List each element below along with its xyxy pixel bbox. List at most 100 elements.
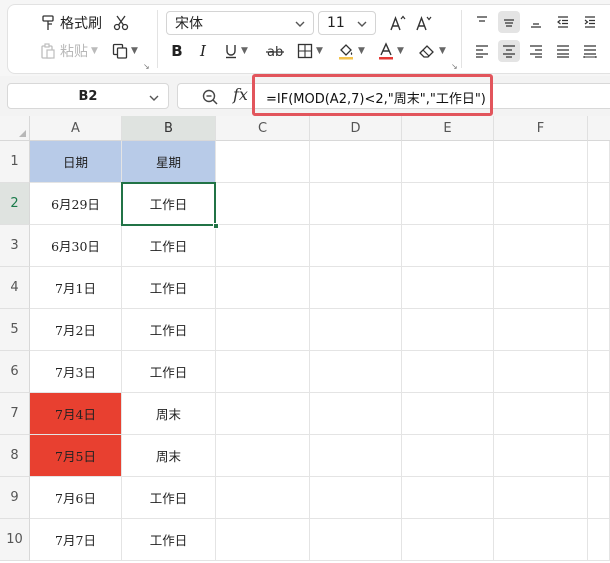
cell-g2[interactable] bbox=[588, 183, 610, 225]
cell-e7[interactable] bbox=[402, 393, 494, 435]
cell-g3[interactable] bbox=[588, 225, 610, 267]
format-painter-button[interactable]: 格式刷 bbox=[40, 12, 102, 34]
insert-function-button[interactable]: fx bbox=[233, 85, 248, 104]
cell-e6[interactable] bbox=[402, 351, 494, 393]
italic-button[interactable]: I bbox=[192, 40, 214, 62]
cell-e3[interactable] bbox=[402, 225, 494, 267]
cell-c6[interactable] bbox=[216, 351, 310, 393]
fill-color-button[interactable]: ▼ bbox=[337, 40, 365, 62]
justify-button[interactable] bbox=[552, 40, 574, 62]
row-header-9[interactable]: 9 bbox=[0, 477, 30, 519]
paste-button[interactable]: 粘贴 ▼ bbox=[40, 40, 98, 62]
cell-g10[interactable] bbox=[588, 519, 610, 561]
cell-f5[interactable] bbox=[494, 309, 588, 351]
cell-c3[interactable] bbox=[216, 225, 310, 267]
clear-button[interactable]: ▼ bbox=[418, 40, 446, 62]
cell-e4[interactable] bbox=[402, 267, 494, 309]
font-color-button[interactable]: ▼ bbox=[378, 40, 404, 62]
cell-d6[interactable] bbox=[310, 351, 402, 393]
cut-button[interactable] bbox=[110, 12, 132, 34]
strikethrough-button[interactable]: ab bbox=[264, 40, 286, 62]
cell-g4[interactable] bbox=[588, 267, 610, 309]
cell-e9[interactable] bbox=[402, 477, 494, 519]
cell-b10[interactable]: 工作日 bbox=[122, 519, 216, 561]
cell-b2[interactable]: 工作日 bbox=[122, 183, 216, 225]
align-middle-button[interactable] bbox=[498, 11, 520, 33]
cell-g1[interactable] bbox=[588, 141, 610, 183]
cell-a9[interactable]: 7月6日 bbox=[30, 477, 122, 519]
cell-e1[interactable] bbox=[402, 141, 494, 183]
cell-f2[interactable] bbox=[494, 183, 588, 225]
cell-f10[interactable] bbox=[494, 519, 588, 561]
row-header-3[interactable]: 3 bbox=[0, 225, 30, 267]
row-header-4[interactable]: 4 bbox=[0, 267, 30, 309]
distributed-align-button[interactable] bbox=[579, 40, 601, 62]
cell-e2[interactable] bbox=[402, 183, 494, 225]
cell-b1[interactable]: 星期 bbox=[122, 141, 216, 183]
cell-b9[interactable]: 工作日 bbox=[122, 477, 216, 519]
cell-g8[interactable] bbox=[588, 435, 610, 477]
cell-f6[interactable] bbox=[494, 351, 588, 393]
align-top-button[interactable] bbox=[471, 11, 493, 33]
name-box[interactable]: B2 bbox=[7, 83, 169, 109]
row-header-6[interactable]: 6 bbox=[0, 351, 30, 393]
row-header-1[interactable]: 1 bbox=[0, 141, 30, 183]
cell-a3[interactable]: 6月30日 bbox=[30, 225, 122, 267]
row-header-5[interactable]: 5 bbox=[0, 309, 30, 351]
cell-b8[interactable]: 周末 bbox=[122, 435, 216, 477]
cell-c5[interactable] bbox=[216, 309, 310, 351]
font-size-select[interactable]: 11 bbox=[318, 11, 376, 35]
zoom-out-icon[interactable] bbox=[201, 88, 219, 106]
cell-f1[interactable] bbox=[494, 141, 588, 183]
cell-a4[interactable]: 7月1日 bbox=[30, 267, 122, 309]
cell-d4[interactable] bbox=[310, 267, 402, 309]
cell-d8[interactable] bbox=[310, 435, 402, 477]
column-header-d[interactable]: D bbox=[310, 116, 402, 141]
select-all-button[interactable] bbox=[0, 116, 30, 141]
cell-c4[interactable] bbox=[216, 267, 310, 309]
cell-d5[interactable] bbox=[310, 309, 402, 351]
font-dialog-launcher[interactable]: ↘ bbox=[451, 62, 458, 71]
align-left-button[interactable] bbox=[471, 40, 493, 62]
cell-a7[interactable]: 7月4日 bbox=[30, 393, 122, 435]
decrease-indent-button[interactable] bbox=[552, 11, 574, 33]
cell-d10[interactable] bbox=[310, 519, 402, 561]
cell-d7[interactable] bbox=[310, 393, 402, 435]
cell-c8[interactable] bbox=[216, 435, 310, 477]
cell-g6[interactable] bbox=[588, 351, 610, 393]
align-center-button[interactable] bbox=[498, 40, 520, 62]
decrease-font-button[interactable] bbox=[413, 12, 435, 34]
font-name-select[interactable]: 宋体 bbox=[166, 11, 314, 35]
row-header-8[interactable]: 8 bbox=[0, 435, 30, 477]
cell-c10[interactable] bbox=[216, 519, 310, 561]
column-header-b[interactable]: B bbox=[122, 116, 216, 141]
cell-f4[interactable] bbox=[494, 267, 588, 309]
clipboard-dialog-launcher[interactable]: ↘ bbox=[143, 62, 150, 71]
cell-f7[interactable] bbox=[494, 393, 588, 435]
copy-button[interactable]: ▼ bbox=[112, 40, 138, 62]
cell-f3[interactable] bbox=[494, 225, 588, 267]
align-right-button[interactable] bbox=[525, 40, 547, 62]
cell-a5[interactable]: 7月2日 bbox=[30, 309, 122, 351]
cell-c7[interactable] bbox=[216, 393, 310, 435]
cell-g5[interactable] bbox=[588, 309, 610, 351]
row-header-10[interactable]: 10 bbox=[0, 519, 30, 561]
cell-f9[interactable] bbox=[494, 477, 588, 519]
cell-b5[interactable]: 工作日 bbox=[122, 309, 216, 351]
cell-c2[interactable] bbox=[216, 183, 310, 225]
cell-a2[interactable]: 6月29日 bbox=[30, 183, 122, 225]
borders-button[interactable]: ▼ bbox=[297, 40, 323, 62]
cell-g7[interactable] bbox=[588, 393, 610, 435]
cell-a8[interactable]: 7月5日 bbox=[30, 435, 122, 477]
cell-b4[interactable]: 工作日 bbox=[122, 267, 216, 309]
cell-g9[interactable] bbox=[588, 477, 610, 519]
cell-b7[interactable]: 周末 bbox=[122, 393, 216, 435]
column-header-c[interactable]: C bbox=[216, 116, 310, 141]
cell-c9[interactable] bbox=[216, 477, 310, 519]
underline-button[interactable]: ▼ bbox=[224, 40, 248, 62]
cell-e10[interactable] bbox=[402, 519, 494, 561]
cell-f8[interactable] bbox=[494, 435, 588, 477]
column-header-e[interactable]: E bbox=[402, 116, 494, 141]
column-header-f[interactable]: F bbox=[494, 116, 588, 141]
cell-b3[interactable]: 工作日 bbox=[122, 225, 216, 267]
